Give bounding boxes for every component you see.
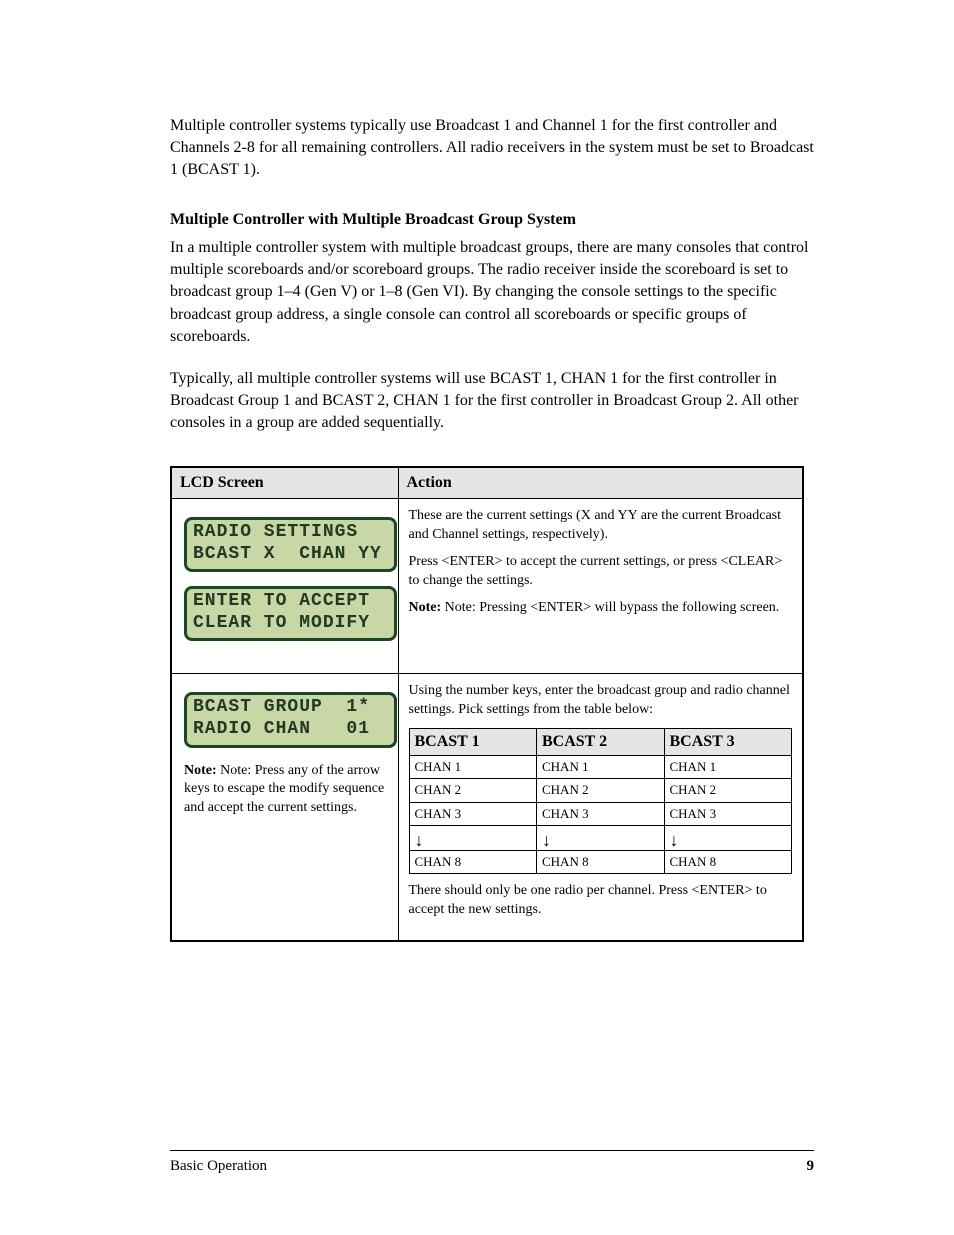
inner-cell: CHAN 1 bbox=[664, 756, 792, 779]
paragraph-3: Typically, all multiple controller syste… bbox=[170, 368, 814, 434]
table-header-lcd: LCD Screen bbox=[171, 467, 398, 499]
inner-cell: CHAN 2 bbox=[409, 779, 537, 802]
footer-section-title: Basic Operation bbox=[170, 1158, 267, 1175]
subheading-multi-broadcast: Multiple Controller with Multiple Broadc… bbox=[170, 209, 814, 231]
body-text: Multiple controller systems typically us… bbox=[170, 115, 814, 434]
paragraph-1: Multiple controller systems typically us… bbox=[170, 115, 814, 181]
action-note: Note: Note: Pressing <ENTER> will bypass… bbox=[409, 599, 793, 618]
lcd-action-table: LCD Screen Action RADIO SETTINGS BCAST X… bbox=[170, 466, 804, 942]
paragraph-2: In a multiple controller system with mul… bbox=[170, 237, 814, 347]
lcd-cell-1: RADIO SETTINGS BCAST X CHAN YY ENTER TO … bbox=[171, 498, 398, 673]
inner-cell: CHAN 8 bbox=[409, 850, 537, 873]
footer-rule bbox=[170, 1150, 814, 1151]
action-text: There should only be one radio per chann… bbox=[409, 882, 793, 920]
inner-header: BCAST 3 bbox=[664, 729, 792, 756]
inner-row-arrows: ↓ ↓ ↓ bbox=[409, 825, 792, 850]
lcd-display-enter-clear: ENTER TO ACCEPT CLEAR TO MODIFY bbox=[184, 586, 397, 641]
table-header-row: LCD Screen Action bbox=[171, 467, 803, 499]
table-header-action: Action bbox=[398, 467, 803, 499]
inner-row: CHAN 1 CHAN 1 CHAN 1 bbox=[409, 756, 792, 779]
inner-cell: CHAN 3 bbox=[409, 802, 537, 825]
down-arrow-icon: ↓ bbox=[664, 825, 792, 850]
down-arrow-icon: ↓ bbox=[409, 825, 537, 850]
inner-cell: CHAN 3 bbox=[664, 802, 792, 825]
inner-cell: CHAN 8 bbox=[537, 850, 665, 873]
lcd-display-bcast-group: BCAST GROUP 1* RADIO CHAN 01 bbox=[184, 692, 397, 747]
inner-cell: CHAN 3 bbox=[537, 802, 665, 825]
inner-header: BCAST 1 bbox=[409, 729, 537, 756]
inner-header: BCAST 2 bbox=[537, 729, 665, 756]
action-text: Press <ENTER> to accept the current sett… bbox=[409, 553, 793, 591]
lcd-cell-2: BCAST GROUP 1* RADIO CHAN 01 Note: Note:… bbox=[171, 674, 398, 941]
inner-cell: CHAN 1 bbox=[537, 756, 665, 779]
table-row: BCAST GROUP 1* RADIO CHAN 01 Note: Note:… bbox=[171, 674, 803, 941]
bcast-chan-example-table: BCAST 1 BCAST 2 BCAST 3 CHAN 1 CHAN 1 CH… bbox=[409, 728, 793, 874]
inner-cell: CHAN 2 bbox=[537, 779, 665, 802]
inner-row: CHAN 3 CHAN 3 CHAN 3 bbox=[409, 802, 792, 825]
action-text: Using the number keys, enter the broadca… bbox=[409, 682, 793, 720]
action-cell-2: Using the number keys, enter the broadca… bbox=[398, 674, 803, 941]
lcd-display-radio-settings: RADIO SETTINGS BCAST X CHAN YY bbox=[184, 517, 397, 572]
inner-cell: CHAN 1 bbox=[409, 756, 537, 779]
lcd-note: Note: Note: Press any of the arrow keys … bbox=[184, 762, 386, 819]
down-arrow-icon: ↓ bbox=[537, 825, 665, 850]
inner-row: CHAN 2 CHAN 2 CHAN 2 bbox=[409, 779, 792, 802]
page: Multiple controller systems typically us… bbox=[0, 0, 954, 1235]
inner-row: CHAN 8 CHAN 8 CHAN 8 bbox=[409, 850, 792, 873]
inner-cell: CHAN 8 bbox=[664, 850, 792, 873]
table-row: RADIO SETTINGS BCAST X CHAN YY ENTER TO … bbox=[171, 498, 803, 673]
action-cell-1: These are the current settings (X and YY… bbox=[398, 498, 803, 673]
footer-page-number: 9 bbox=[807, 1158, 815, 1175]
inner-header-row: BCAST 1 BCAST 2 BCAST 3 bbox=[409, 729, 792, 756]
action-text: These are the current settings (X and YY… bbox=[409, 507, 793, 545]
inner-cell: CHAN 2 bbox=[664, 779, 792, 802]
